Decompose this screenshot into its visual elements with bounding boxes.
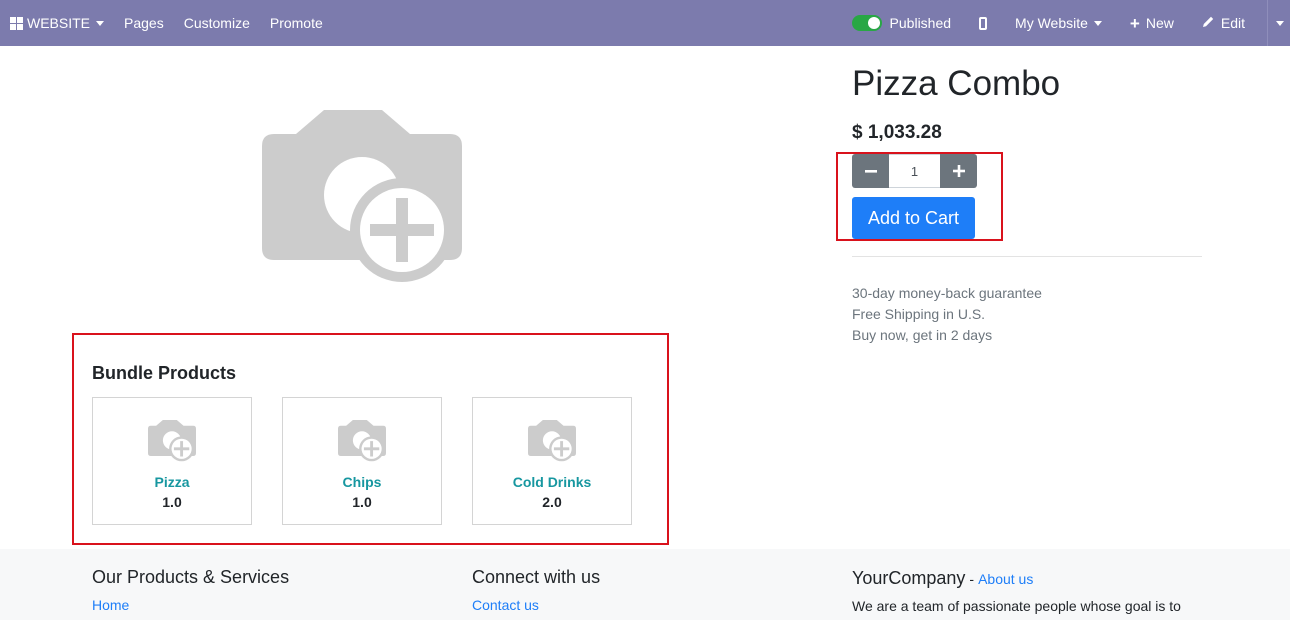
product-image-placeholder-icon [148, 420, 196, 462]
published-toggle[interactable]: Published [842, 0, 966, 46]
bundle-product-name[interactable]: Pizza [154, 474, 189, 490]
new-button[interactable]: + New [1120, 0, 1192, 46]
footer-products-heading: Our Products & Services [92, 567, 290, 587]
apps-grid-icon [10, 16, 23, 30]
footer-about-link[interactable]: About us [978, 571, 1033, 587]
product-image-placeholder [262, 110, 462, 282]
nav-pages[interactable]: Pages [114, 0, 174, 46]
product-title: Pizza Combo [852, 64, 1061, 103]
bundle-product-card[interactable]: Chips 1.0 [282, 397, 442, 525]
footer-contact-link[interactable]: Contact us [472, 597, 539, 613]
guarantee-item: 30-day money-back guarantee [852, 285, 1042, 301]
company-tagline: We are a team of passionate people whose… [852, 598, 1181, 614]
bundle-title: Bundle Products [92, 363, 237, 383]
bundle-product-name[interactable]: Cold Drinks [513, 474, 592, 490]
pencil-icon [1202, 15, 1215, 31]
guarantee-item: Free Shipping in U.S. [852, 306, 986, 322]
mobile-preview-button[interactable] [965, 0, 1005, 46]
separator: - [969, 571, 975, 587]
guarantee-list: 30-day money-back guarantee Free Shippin… [852, 283, 1042, 346]
footer-company-heading: YourCompany - About us [852, 568, 1033, 589]
caret-down-icon [96, 20, 105, 26]
new-label: New [1145, 15, 1174, 31]
bundle-product-name[interactable]: Chips [343, 474, 382, 490]
footer-connect-heading: Connect with us [472, 567, 601, 587]
product-price: $ 1,033.28 [852, 122, 942, 143]
nav-customize[interactable]: Customize [174, 0, 260, 46]
website-switcher-label: My Website [1015, 15, 1088, 31]
website-switcher[interactable]: My Website [1005, 0, 1120, 46]
bundle-product-qty: 1.0 [162, 494, 182, 510]
admin-navbar: WEBSITE Pages Customize Promote Publishe… [0, 0, 1290, 46]
toggle-switch-icon [851, 15, 882, 31]
caret-down-icon [1093, 20, 1102, 26]
plus-icon: + [1129, 13, 1140, 33]
caret-down-icon [1276, 20, 1284, 26]
footer-home-link[interactable]: Home [92, 597, 129, 613]
bundle-product-card[interactable]: Cold Drinks 2.0 [472, 397, 632, 525]
footer: Our Products & Services Home Connect wit… [0, 549, 1290, 620]
guarantee-item: Buy now, get in 2 days [852, 327, 993, 343]
more-dropdown[interactable] [1268, 0, 1290, 46]
published-label: Published [889, 15, 952, 31]
product-image-placeholder-icon [338, 420, 386, 462]
edit-button[interactable]: Edit [1192, 0, 1267, 46]
website-menu-label: WEBSITE [27, 15, 91, 31]
cart-highlight-box [836, 152, 1003, 241]
bundle-product-qty: 1.0 [352, 494, 372, 510]
nav-promote[interactable]: Promote [260, 0, 333, 46]
mobile-phone-icon [979, 16, 988, 30]
website-menu[interactable]: WEBSITE [0, 0, 114, 46]
edit-label: Edit [1220, 15, 1245, 31]
company-name: YourCompany [852, 568, 966, 588]
product-image-placeholder-icon [528, 420, 576, 462]
divider [852, 256, 1202, 257]
bundle-product-card[interactable]: Pizza 1.0 [92, 397, 252, 525]
bundle-product-qty: 2.0 [542, 494, 562, 510]
